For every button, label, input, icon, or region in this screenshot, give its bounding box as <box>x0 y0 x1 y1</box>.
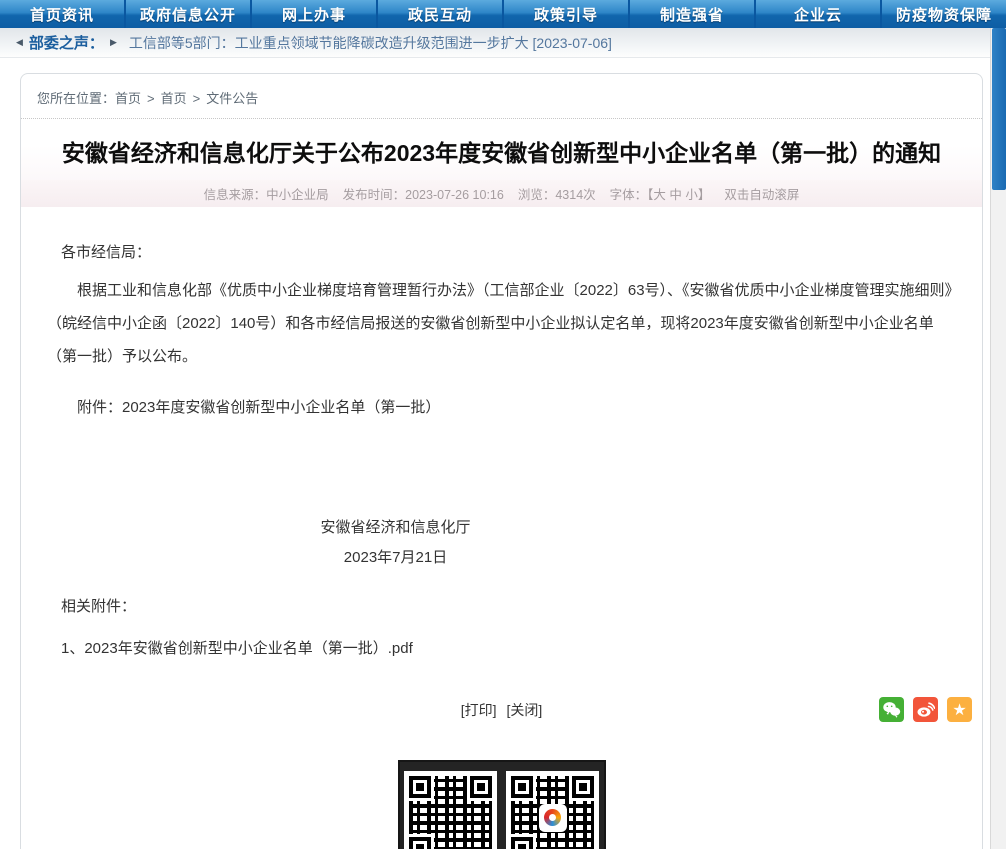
ticker-prev-icon[interactable]: ◀ <box>12 37 27 48</box>
share-weibo-icon[interactable] <box>913 697 938 722</box>
share-icons: ★ <box>879 697 972 722</box>
meta-font-size-selector[interactable]: 字体：【大 中 小】 <box>610 184 711 203</box>
qr-finder <box>572 776 594 798</box>
actions-row: [打印] [关闭] <box>21 696 982 724</box>
close-button[interactable]: [关闭] <box>506 702 542 718</box>
qr-finder <box>511 776 533 798</box>
breadcrumb-current: 文件公告 <box>206 91 258 106</box>
qr-finder <box>511 837 533 849</box>
breadcrumb: 您所在位置：首页>首页>文件公告 <box>21 74 982 119</box>
news-ticker-bar: ◀ 部委之声： ▶ 工信部等5部门：工业重点领域节能降碳改造升级范围进一步扩大 … <box>0 28 1006 58</box>
ticker-next-icon[interactable]: ▶ <box>106 37 121 48</box>
related-attachment-pdf-link[interactable]: 1、2023年安徽省创新型中小企业名单（第一批）.pdf <box>61 637 413 658</box>
weibo-qr-code <box>404 771 497 849</box>
signature-block: 安徽省经济和信息化厅 2023年7月21日 <box>47 513 956 573</box>
scrollbar-thumb[interactable] <box>992 28 1006 190</box>
article-header: 安徽省经济和信息化厅关于公布2023年度安徽省创新型中小企业名单（第一批）的通知… <box>21 119 982 207</box>
article-paragraph: 根据工业和信息化部《优质中小企业梯度培育管理暂行办法》（工信部企业〔2022〕6… <box>47 274 956 373</box>
signer-name: 安徽省经济和信息化厅 <box>47 513 744 543</box>
nav-tab-enterprise-cloud[interactable]: 企业云 <box>756 0 880 28</box>
sign-date: 2023年7月21日 <box>47 543 744 573</box>
breadcrumb-separator: > <box>193 91 201 106</box>
qr-finder <box>409 776 431 798</box>
nav-tab-gov-info[interactable]: 政府信息公开 <box>126 0 250 28</box>
article-body: 各市经信局： 根据工业和信息化部《优质中小企业梯度培育管理暂行办法》（工信部企业… <box>21 207 982 658</box>
nav-tab-public-interaction[interactable]: 政民互动 <box>378 0 502 28</box>
scrollbar-track[interactable] <box>990 0 1006 849</box>
wechat-qr-item: 微信平台 <box>506 771 599 849</box>
page: 首页资讯 政府信息公开 网上办事 政民互动 政策引导 制造强省 企业云 防疫物资… <box>0 0 1006 849</box>
article-salutation: 各市经信局： <box>61 241 956 262</box>
content-card: 您所在位置：首页>首页>文件公告 安徽省经济和信息化厅关于公布2023年度安徽省… <box>20 73 983 849</box>
article-title: 安徽省经济和信息化厅关于公布2023年度安徽省创新型中小企业名单（第一批）的通知 <box>21 119 982 180</box>
nav-tab-home-news[interactable]: 首页资讯 <box>0 0 124 28</box>
ticker-title: 部委之声： <box>29 32 104 53</box>
top-nav: 首页资讯 政府信息公开 网上办事 政民互动 政策引导 制造强省 企业云 防疫物资… <box>0 0 1006 28</box>
article-meta-bar: 信息来源：中小企业局 发布时间：2023-07-26 10:16 浏览：4314… <box>21 180 982 207</box>
qr-center-logo <box>541 806 565 830</box>
meta-view-count: 浏览：4314次 <box>518 184 596 203</box>
qr-finder <box>409 837 431 849</box>
weibo-qr-item: 微博扫描 <box>404 771 497 849</box>
ticker-headline-link[interactable]: 工信部等5部门：工业重点领域节能降碳改造升级范围进一步扩大 [2023-07-0… <box>129 33 612 53</box>
meta-source: 信息来源：中小企业局 <box>204 184 329 203</box>
share-wechat-icon[interactable] <box>879 697 904 722</box>
qr-finder <box>470 776 492 798</box>
action-buttons: [打印] [关闭] <box>21 696 982 724</box>
breadcrumb-label: 您所在位置： <box>37 91 115 106</box>
nav-tab-online-service[interactable]: 网上办事 <box>252 0 376 28</box>
article-attachment-line: 附件：2023年度安徽省创新型中小企业名单（第一批） <box>47 396 956 417</box>
meta-autoscroll-toggle[interactable]: 双击自动滚屏 <box>724 184 799 203</box>
breadcrumb-separator: > <box>147 91 155 106</box>
wechat-qr-code <box>506 771 599 849</box>
breadcrumb-home2-link[interactable]: 首页 <box>161 91 187 106</box>
nav-tab-policy-guide[interactable]: 政策引导 <box>504 0 628 28</box>
meta-publish-time: 发布时间：2023-07-26 10:16 <box>343 184 504 203</box>
related-attachments-label: 相关附件： <box>61 595 956 616</box>
nav-tab-epidemic-supplies[interactable]: 防疫物资保障 <box>882 0 1006 28</box>
breadcrumb-home-link[interactable]: 首页 <box>115 91 141 106</box>
star-icon: ★ <box>952 700 966 720</box>
share-qzone-icon[interactable]: ★ <box>947 697 972 722</box>
nav-tab-manufacturing-province[interactable]: 制造强省 <box>630 0 754 28</box>
print-button[interactable]: [打印] <box>461 702 497 718</box>
qr-panel: 微博扫描 微信平台 <box>398 760 606 849</box>
